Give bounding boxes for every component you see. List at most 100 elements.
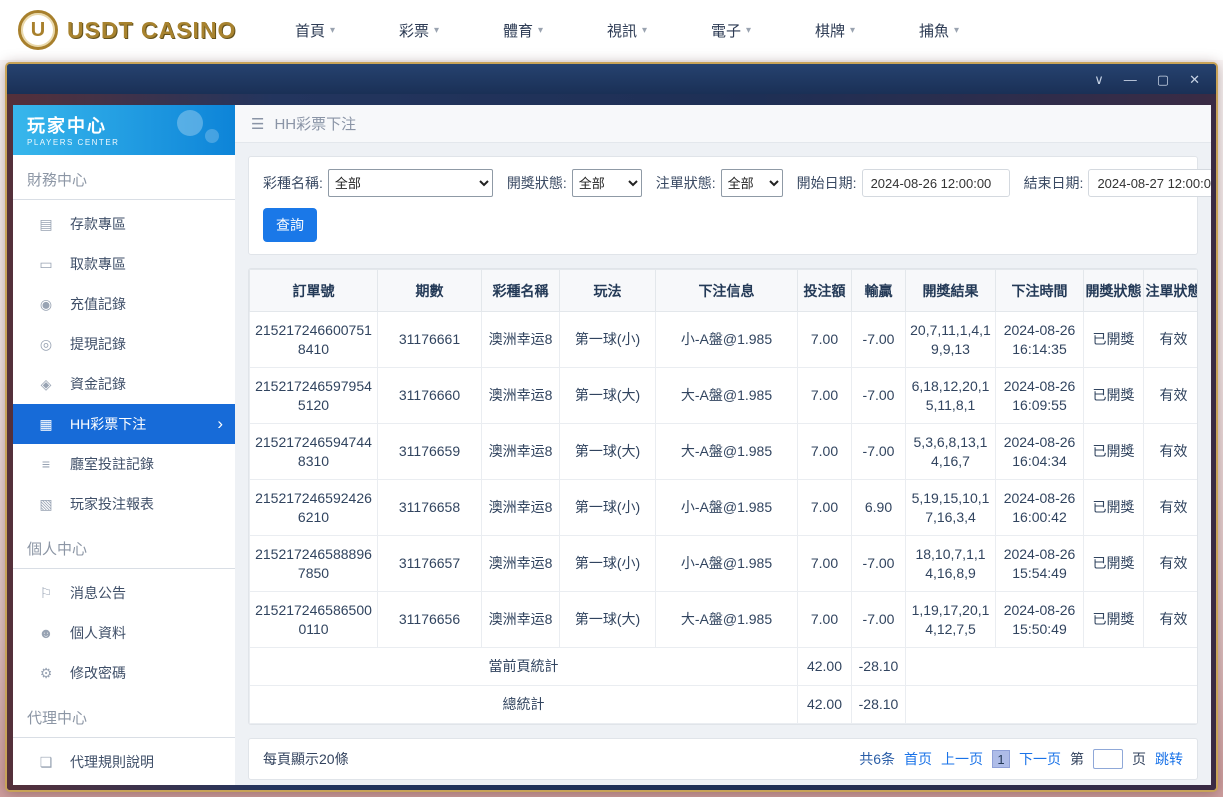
table-row: 2152172465888967850 31176657 澳洲幸运8 第一球(小) 小-… [249, 535, 1197, 592]
sidebar-item-hall-bet-record[interactable]: ≡ 廳室投註記錄 [13, 444, 235, 484]
table-body: 2152172466007518410 31176661 澳洲幸运8 第一球(小) 小-… [249, 311, 1197, 724]
cell-order-status: 有效 [1143, 423, 1197, 480]
cell-bet-info: 小-A盤@1.985 [655, 311, 798, 368]
jump-button[interactable]: 跳转 [1155, 749, 1183, 769]
table-row: 2152172466007518410 31176661 澳洲幸运8 第一球(小) 小-… [249, 311, 1197, 368]
col-header-bet-info: 下注信息 [655, 269, 798, 312]
cell-win-loss: 6.90 [851, 479, 906, 536]
cell-order-no: 2152172466007518410 [249, 311, 378, 368]
sidebar-item-deposit-area[interactable]: ▤ 存款專區 [13, 204, 235, 244]
sidebar-item-cashout-record[interactable]: ◎ 提現記錄 [13, 324, 235, 364]
cashout-icon: ◎ [39, 335, 53, 352]
nav-item-slots[interactable]: 電子 ▾ [679, 20, 783, 41]
window-collapse-icon[interactable]: ∨ [1094, 73, 1104, 86]
bets-table: 訂單號 期數 彩種名稱 玩法 下注信息 投注額 輸贏 開獎結果 下注時間 開獎狀態 注單狀態 215… [249, 269, 1197, 724]
cell-win-loss: -7.00 [851, 367, 906, 424]
cell-bet-info: 小-A盤@1.985 [655, 535, 798, 592]
sidebar-item-announcements[interactable]: ⚐ 消息公告 [13, 573, 235, 613]
sidebar-item-player-bet-report[interactable]: ▧ 玩家投注報表 [13, 484, 235, 524]
cell-order-no: 2152172465979545120 [249, 367, 378, 424]
sidebar-item-label: HH彩票下注 [70, 416, 147, 432]
sidebar-item-funds-record[interactable]: ◈ 資金記錄 [13, 364, 235, 404]
nav-item-fishing[interactable]: 捕魚 ▾ [887, 20, 991, 41]
cell-order-status: 有效 [1143, 367, 1197, 424]
nav-item-live-video[interactable]: 視訊 ▾ [575, 20, 679, 41]
bell-icon: ⚐ [39, 584, 53, 601]
sidebar-sections: 財務中心 ▤ 存款專區 ▭ 取款專區 ◉ 充值記錄 ◎ 提現記錄 ◈ 資金記錄 ▦ HH彩票下注 › ≡ 廳室… [13, 155, 235, 782]
window-minimize-icon[interactable]: — [1124, 73, 1137, 86]
lottery-name-filter: 彩種名稱: 全部 [263, 169, 493, 197]
top-navigation: U USDT CASINO 首頁 ▾ 彩票 ▾ 體育 ▾ 視訊 ▾ 電子 ▾ 棋牌 ▾ 捕魚 ▾ [0, 0, 1223, 60]
sidebar-item-label: 提現記錄 [70, 336, 126, 352]
cell-order-no: 2152172465888967850 [249, 535, 378, 592]
summary-empty [905, 685, 1197, 724]
total-count: 共6条 [859, 751, 895, 767]
nav-item-home[interactable]: 首頁 ▾ [263, 20, 367, 41]
page-jump-input[interactable] [1093, 749, 1123, 769]
sidebar-item-label: 資金記錄 [70, 376, 126, 392]
col-header-bet-amount: 投注額 [797, 269, 852, 312]
sidebar-item-agent-rules[interactable]: ❏ 代理規則說明 [13, 742, 235, 782]
order-status-select[interactable]: 全部 [720, 169, 783, 197]
gear-icon: ⚙ [39, 664, 53, 681]
hall-record-icon: ≡ [41, 456, 51, 472]
cell-bet-info: 小-A盤@1.985 [655, 479, 798, 536]
nav-item-board-games[interactable]: 棋牌 ▾ [783, 20, 887, 41]
window-close-icon[interactable]: ✕ [1189, 73, 1200, 86]
lottery-name-select[interactable]: 全部 [327, 169, 493, 197]
filter-panel: 彩種名稱: 全部 開獎狀態: 全部 注單狀態: 全部 開始日期: 2024-08… [248, 156, 1211, 255]
current-page[interactable]: 1 [992, 750, 1010, 768]
summary-row: 當前頁統計 42.00 -28.10 [249, 647, 1197, 686]
sidebar-title: 玩家中心 [27, 116, 107, 136]
cell-bet-amount: 7.00 [797, 311, 852, 368]
draw-status-select[interactable]: 全部 [571, 169, 642, 197]
search-button[interactable]: 查詢 [263, 208, 317, 242]
sidebar-item-recharge-record[interactable]: ◉ 充值記錄 [13, 284, 235, 324]
sidebar: 玩家中心 PLAYERS CENTER 財務中心 ▤ 存款專區 ▭ 取款專區 ◉ 充值記錄 ◎… [13, 105, 235, 785]
chevron-down-icon: ▾ [329, 24, 336, 36]
sidebar-item-hh-lottery-bet[interactable]: ▦ HH彩票下注 › [13, 404, 235, 444]
cell-order-status: 有效 [1143, 535, 1197, 592]
hamburger-icon[interactable]: ☰ [251, 115, 264, 133]
end-date-input[interactable] [1088, 169, 1211, 197]
summary-bet-amount: 42.00 [797, 685, 852, 724]
next-page-link[interactable]: 下一页 [1019, 749, 1061, 769]
logo-icon: U [18, 10, 58, 50]
nav-item-label: 體育 [502, 22, 533, 40]
sidebar-item-label: 玩家投注報表 [70, 496, 154, 512]
sidebar-item-change-password[interactable]: ⚙ 修改密碼 [13, 653, 235, 693]
cell-lottery-name: 澳洲幸运8 [481, 367, 560, 424]
sidebar-item-label: 修改密碼 [70, 665, 126, 681]
cell-issue: 31176661 [377, 311, 482, 368]
sidebar-item-profile[interactable]: ☻ 個人資料 [13, 613, 235, 653]
cell-bet-time: 2024-08-26 15:54:49 [995, 535, 1084, 592]
main-menu: 首頁 ▾ 彩票 ▾ 體育 ▾ 視訊 ▾ 電子 ▾ 棋牌 ▾ 捕魚 ▾ [263, 20, 1205, 41]
sidebar-item-label: 消息公告 [70, 585, 126, 601]
start-date-input[interactable] [861, 169, 1010, 197]
first-page-link[interactable]: 首页 [904, 749, 932, 769]
deposit-icon: ▤ [39, 215, 53, 232]
jump-suffix: 页 [1132, 751, 1146, 767]
summary-row: 總統計 42.00 -28.10 [249, 685, 1197, 724]
nav-item-lottery[interactable]: 彩票 ▾ [367, 20, 471, 41]
lottery-name-label: 彩種名稱: [263, 175, 323, 191]
nav-item-label: 捕魚 [918, 22, 949, 40]
cell-bet-amount: 7.00 [797, 367, 852, 424]
cell-draw-result: 5,19,15,10,17,16,3,4 [905, 479, 996, 536]
prev-page-link[interactable]: 上一页 [941, 749, 983, 769]
cell-draw-status: 已開獎 [1083, 367, 1144, 424]
col-header-play-type: 玩法 [559, 269, 656, 312]
sidebar-item-withdraw-area[interactable]: ▭ 取款專區 [13, 244, 235, 284]
cell-bet-time: 2024-08-26 16:09:55 [995, 367, 1084, 424]
window-titlebar: ∨ — ▢ ✕ [7, 64, 1216, 94]
col-header-issue: 期數 [377, 269, 482, 312]
nav-item-sports[interactable]: 體育 ▾ [471, 20, 575, 41]
cell-issue: 31176656 [377, 591, 482, 648]
cell-play-type: 第一球(小) [559, 311, 656, 368]
window-maximize-icon[interactable]: ▢ [1157, 73, 1169, 86]
sidebar-item-label: 充值記錄 [70, 296, 126, 312]
recharge-icon: ◉ [39, 295, 53, 312]
cell-order-status: 有效 [1143, 591, 1197, 648]
site-logo[interactable]: U USDT CASINO [18, 10, 263, 50]
cell-lottery-name: 澳洲幸运8 [481, 535, 560, 592]
